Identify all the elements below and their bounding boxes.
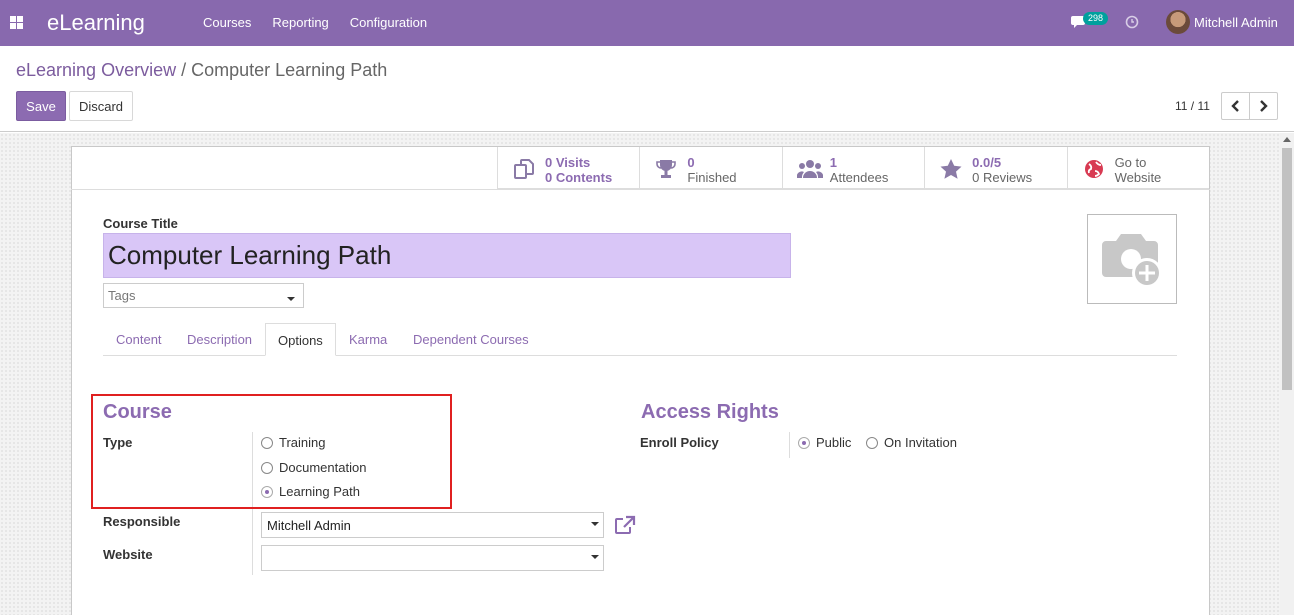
tab-content[interactable]: Content [116, 323, 162, 356]
form-sheet [71, 146, 1210, 615]
copy-icon [514, 159, 534, 179]
tags-input[interactable]: Tags [103, 283, 304, 308]
radio-on-invitation[interactable]: On Invitation [866, 435, 957, 450]
stat-value: 0.0/5 [972, 155, 1002, 170]
message-count-badge: 298 [1083, 12, 1109, 25]
field-separator [789, 432, 790, 458]
tab-options[interactable]: Options [265, 323, 336, 356]
stat-label: 0 Reviews [972, 170, 1033, 185]
users-icon [796, 160, 823, 178]
menu-configuration[interactable]: Configuration [350, 15, 427, 30]
course-title-label: Course Title [103, 216, 178, 231]
enroll-policy-label: Enroll Policy [640, 435, 719, 450]
pager-previous-button[interactable] [1221, 92, 1250, 120]
menu-reporting[interactable]: Reporting [272, 15, 328, 30]
stat-button-finished[interactable]: 0 Finished [639, 147, 782, 189]
main-menu: Courses Reporting Configuration [203, 15, 448, 30]
activity-clock-icon[interactable] [1125, 15, 1139, 29]
breadcrumb-current: Computer Learning Path [191, 60, 388, 80]
stat-button-box: 0 Visits 0 Contents 0 Finished 1 Attende… [497, 147, 1209, 189]
form-tabs: Content Description Options Karma Depend… [103, 323, 1177, 356]
scroll-up-arrow-icon[interactable] [1283, 137, 1291, 142]
stat-label: 0 Contents [545, 170, 613, 185]
tab-description[interactable]: Description [187, 323, 252, 356]
chevron-down-icon[interactable] [591, 555, 599, 559]
save-button[interactable]: Save [16, 91, 66, 121]
radio-label: On Invitation [884, 435, 957, 450]
stat-button-visits[interactable]: 0 Visits 0 Contents [497, 147, 640, 189]
stat-text: 0.0/5 0 Reviews [972, 155, 1032, 185]
chevron-down-icon[interactable] [591, 522, 599, 526]
breadcrumb-separator: / [181, 60, 187, 80]
trophy-icon [656, 160, 677, 178]
menu-courses[interactable]: Courses [203, 15, 251, 30]
access-rights-group-title: Access Rights [641, 401, 779, 423]
responsible-select[interactable]: Mitchell Admin [261, 512, 604, 538]
divider [71, 189, 1210, 190]
scrollbar-thumb[interactable] [1282, 148, 1292, 390]
stat-value: 0 Visits [545, 155, 591, 170]
chevron-right-icon [1260, 100, 1268, 112]
stat-text: Go to Website [1115, 155, 1162, 185]
stat-label: Attendees [829, 170, 889, 185]
app-brand[interactable]: eLearning [47, 10, 145, 36]
stat-label: Website [1114, 170, 1162, 185]
stat-button-attendees[interactable]: 1 Attendees [781, 147, 925, 189]
tags-dropdown-caret-icon[interactable] [287, 297, 295, 301]
globe-icon [1084, 160, 1103, 178]
stat-button-go-to-website[interactable]: Go to Website [1066, 147, 1209, 189]
camera-add-icon [1102, 234, 1162, 288]
course-image-upload[interactable] [1087, 214, 1177, 304]
stat-text: 0 Finished [687, 155, 736, 185]
stat-text: 1 Attendees [830, 155, 889, 185]
external-link-icon[interactable] [614, 515, 636, 535]
breadcrumb: eLearning Overview / Computer Learning Pat… [16, 60, 387, 81]
website-select[interactable] [261, 545, 604, 571]
top-navbar: eLearning Courses Reporting Configuratio… [0, 0, 1294, 46]
highlight-annotation-box [91, 394, 452, 509]
user-name[interactable]: Mitchell Admin [1194, 15, 1278, 30]
pager-next-button[interactable] [1249, 92, 1278, 120]
responsible-label: Responsible [103, 514, 181, 529]
radio-public[interactable]: Public [798, 435, 851, 450]
discard-button[interactable]: Discard [69, 91, 133, 121]
website-label: Website [103, 547, 153, 562]
radio-checked-icon[interactable] [798, 436, 810, 449]
star-icon [940, 159, 962, 179]
avatar[interactable] [1166, 10, 1190, 34]
course-title-input[interactable]: Computer Learning Path [103, 233, 791, 278]
breadcrumb-parent[interactable]: eLearning Overview [16, 60, 176, 80]
radio-label: Public [816, 435, 852, 450]
radio-unchecked-icon[interactable] [866, 436, 878, 449]
stat-button-reviews[interactable]: 0.0/5 0 Reviews [924, 147, 1067, 189]
tab-karma[interactable]: Karma [349, 323, 387, 356]
stat-text: 0 Visits 0 Contents [545, 155, 612, 185]
pager-value[interactable]: 11 / 11 [1175, 99, 1210, 113]
stat-value: Go to [1114, 155, 1147, 170]
stat-value: 1 [829, 155, 838, 170]
tab-dependent-courses[interactable]: Dependent Courses [413, 323, 529, 356]
control-panel: eLearning Overview / Computer Learning Pat… [0, 46, 1294, 132]
stat-value: 0 [687, 155, 695, 170]
stat-label: Finished [687, 170, 737, 185]
apps-grid-icon[interactable] [10, 16, 23, 29]
chevron-left-icon [1231, 100, 1239, 112]
